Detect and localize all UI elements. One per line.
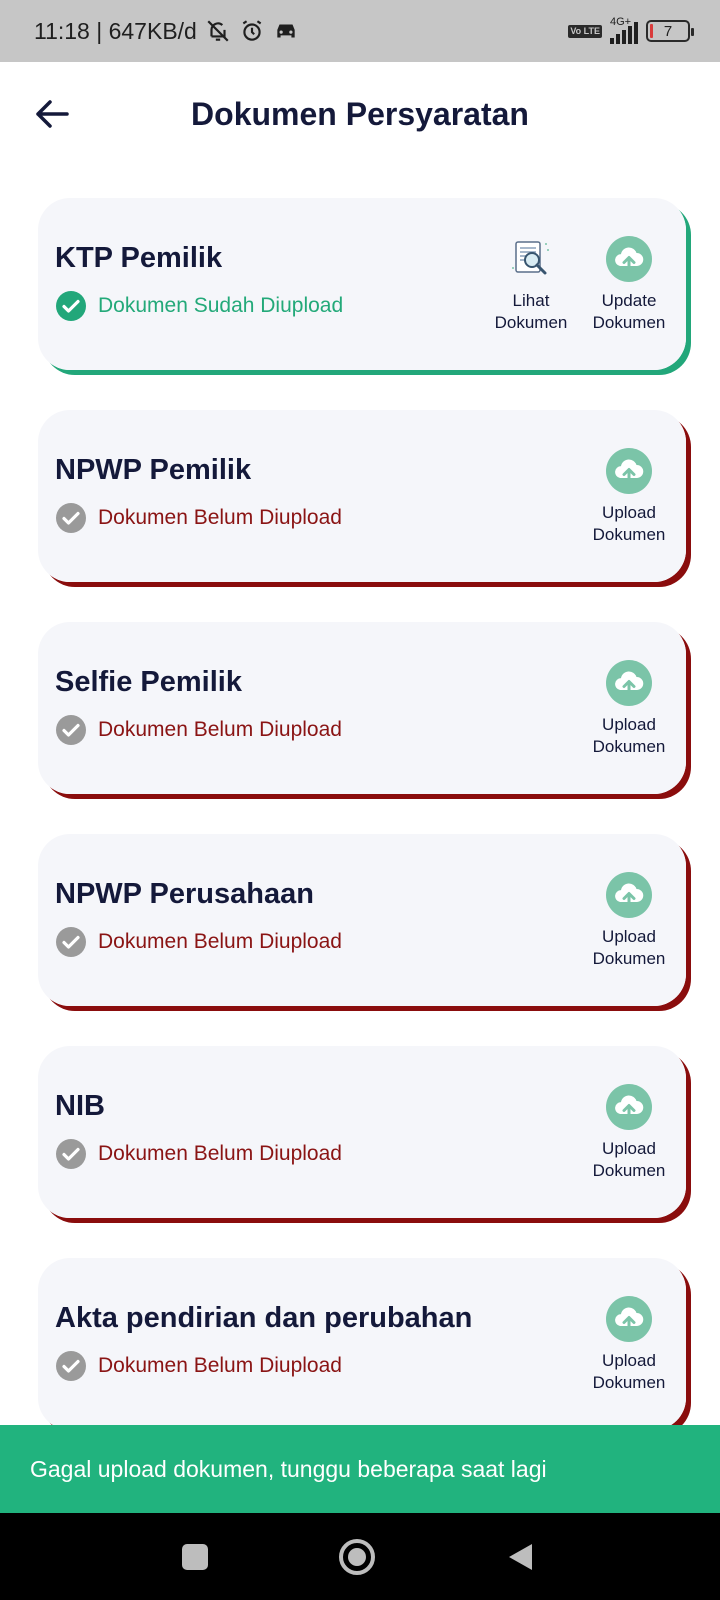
- cloud-upload-icon: [606, 236, 652, 282]
- action-label: Lihat Dokumen: [494, 291, 568, 332]
- circle-home-icon: [339, 1539, 375, 1575]
- arrow-left-icon: [36, 100, 69, 128]
- card-body: NIB Dokumen Belum Diupload Upload Dokume…: [38, 1046, 686, 1218]
- status-text: Dokumen Belum Diupload: [98, 718, 342, 741]
- cloud-upload-icon: [606, 448, 652, 494]
- card-actions: Upload Dokumen: [590, 660, 668, 758]
- toast-message: Gagal upload dokumen, tunggu beberapa sa…: [30, 1455, 547, 1482]
- system-nav-bar: [0, 1513, 720, 1600]
- upload-document-button[interactable]: Upload Dokumen: [590, 872, 668, 970]
- recent-apps-button[interactable]: [173, 1535, 217, 1579]
- upload-document-button[interactable]: Upload Dokumen: [590, 660, 668, 758]
- cloud-upload-icon: [606, 1084, 652, 1130]
- upload-document-button[interactable]: Upload Dokumen: [590, 1084, 668, 1182]
- status-text: Dokumen Belum Diupload: [98, 1142, 342, 1165]
- check-circle-gray-icon: [56, 503, 86, 533]
- document-card: KTP Pemilik Dokumen Sudah Diupload Lihat…: [38, 198, 686, 370]
- card-body: Selfie Pemilik Dokumen Belum Diupload Up…: [38, 622, 686, 794]
- upload-status: Dokumen Belum Diupload: [56, 715, 342, 745]
- action-label: Upload Dokumen: [592, 715, 666, 756]
- status-text: Dokumen Belum Diupload: [98, 506, 342, 529]
- back-button[interactable]: [30, 92, 74, 136]
- card-actions: Lihat Dokumen Update Dokumen: [492, 236, 668, 334]
- card-body: NPWP Pemilik Dokumen Belum Diupload Uplo…: [38, 410, 686, 582]
- cloud-upload-icon: [606, 872, 652, 918]
- battery-level: 7: [663, 22, 673, 40]
- cloud-upload-icon: [606, 660, 652, 706]
- card-body: KTP Pemilik Dokumen Sudah Diupload Lihat…: [38, 198, 686, 370]
- triangle-back-icon: [509, 1544, 532, 1570]
- action-label: Upload Dokumen: [592, 1139, 666, 1180]
- status-text: Dokumen Belum Diupload: [98, 1354, 342, 1377]
- volte-icon: Vo LTE: [568, 24, 602, 38]
- document-card: Selfie Pemilik Dokumen Belum Diupload Up…: [38, 622, 686, 794]
- check-circle-gray-icon: [56, 927, 86, 957]
- battery-icon: 7: [646, 20, 694, 42]
- card-body: Akta pendirian dan perubahan Dokumen Bel…: [38, 1258, 686, 1430]
- check-circle-gray-icon: [56, 715, 86, 745]
- upload-status: Dokumen Belum Diupload: [56, 927, 342, 957]
- back-nav-button[interactable]: [498, 1535, 542, 1579]
- document-list: KTP Pemilik Dokumen Sudah Diupload Lihat…: [38, 198, 686, 1470]
- check-circle-gray-icon: [56, 1351, 86, 1381]
- action-label: Upload Dokumen: [592, 927, 666, 968]
- view-document-icon: [508, 236, 554, 282]
- document-card: NIB Dokumen Belum Diupload Upload Dokume…: [38, 1046, 686, 1218]
- action-label: Update Dokumen: [592, 291, 666, 332]
- document-card: NPWP Pemilik Dokumen Belum Diupload Uplo…: [38, 410, 686, 582]
- document-title: Akta pendirian dan perubahan: [55, 1302, 473, 1334]
- signal-icon: 4G+: [610, 16, 638, 44]
- upload-document-button[interactable]: Upload Dokumen: [590, 448, 668, 546]
- document-card: NPWP Perusahaan Dokumen Belum Diupload U…: [38, 834, 686, 1006]
- card-actions: Upload Dokumen: [590, 448, 668, 546]
- upload-status: Dokumen Sudah Diupload: [56, 291, 343, 321]
- upload-status: Dokumen Belum Diupload: [56, 1139, 342, 1169]
- card-body: NPWP Perusahaan Dokumen Belum Diupload U…: [38, 834, 686, 1006]
- card-actions: Upload Dokumen: [590, 1084, 668, 1182]
- update-document-button[interactable]: Update Dokumen: [590, 236, 668, 334]
- check-circle-icon: [56, 291, 86, 321]
- car-icon: [273, 20, 299, 42]
- status-text: Dokumen Belum Diupload: [98, 930, 342, 953]
- card-actions: Upload Dokumen: [590, 1296, 668, 1394]
- action-label: Upload Dokumen: [592, 503, 666, 544]
- upload-document-button[interactable]: Upload Dokumen: [590, 1296, 668, 1394]
- status-time: 11:18 | 647KB/d: [34, 17, 197, 44]
- card-actions: Upload Dokumen: [590, 872, 668, 970]
- error-toast: Gagal upload dokumen, tunggu beberapa sa…: [0, 1425, 720, 1513]
- document-title: NPWP Perusahaan: [55, 878, 314, 910]
- document-title: NIB: [55, 1090, 105, 1122]
- alarm-icon: [239, 18, 265, 44]
- network-type-label: 4G+: [610, 16, 632, 28]
- cloud-upload-icon: [606, 1296, 652, 1342]
- view-document-button[interactable]: Lihat Dokumen: [492, 236, 570, 334]
- upload-status: Dokumen Belum Diupload: [56, 1351, 342, 1381]
- upload-status: Dokumen Belum Diupload: [56, 503, 342, 533]
- notifications-off-icon: [205, 18, 231, 44]
- check-circle-gray-icon: [56, 1139, 86, 1169]
- document-card: Akta pendirian dan perubahan Dokumen Bel…: [38, 1258, 686, 1430]
- status-text: Dokumen Sudah Diupload: [98, 294, 344, 317]
- status-bar: 11:18 | 647KB/d Vo LTE 4G+ 7: [0, 0, 720, 62]
- action-label: Upload Dokumen: [592, 1351, 666, 1392]
- document-title: KTP Pemilik: [55, 242, 223, 274]
- square-icon: [182, 1544, 208, 1570]
- app-header: Dokumen Persyaratan: [0, 62, 720, 166]
- page-title: Dokumen Persyaratan: [191, 95, 529, 132]
- home-button[interactable]: [335, 1535, 379, 1579]
- document-title: Selfie Pemilik: [55, 666, 242, 698]
- document-title: NPWP Pemilik: [55, 454, 252, 486]
